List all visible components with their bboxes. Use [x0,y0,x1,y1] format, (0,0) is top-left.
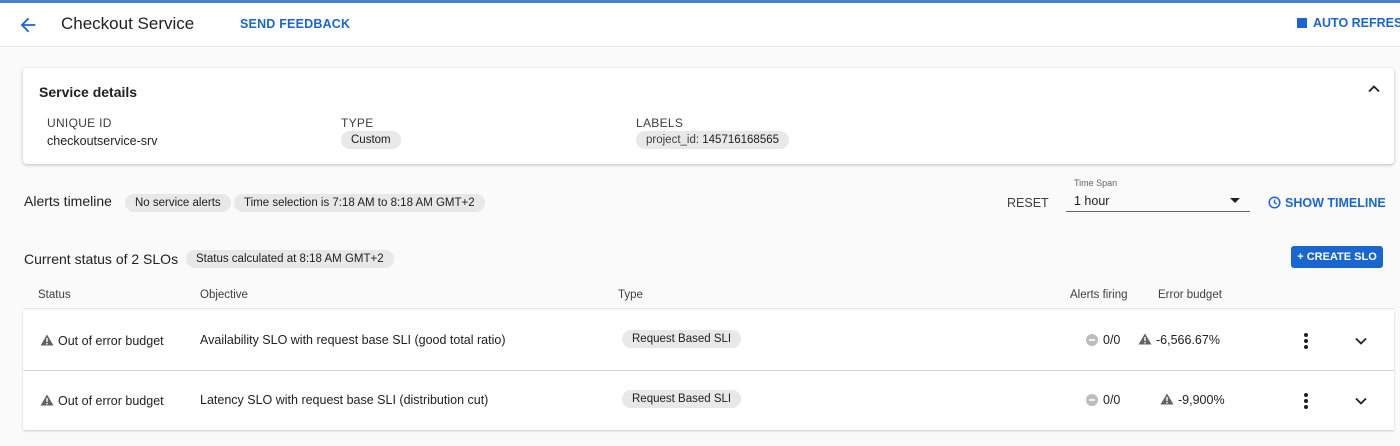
more-vert-icon[interactable] [1299,333,1313,349]
alerts-firing-cell: 0/0 [1086,393,1120,407]
type-label: TYPE [341,116,374,130]
chevron-down-icon[interactable] [1354,334,1368,348]
arrow-back-icon[interactable] [17,14,39,36]
unique-id-label: UNIQUE ID [47,116,112,130]
error-budget-cell: -9,900% [1160,393,1225,407]
project-label-chip: project_id: 145716168565 [636,131,790,149]
column-type[interactable]: Type [618,289,643,301]
label-key: project_id: [646,134,700,146]
error-budget-value: -6,566.67% [1156,333,1220,347]
page-header: Checkout Service SEND FEEDBACK AUTO REFR… [0,3,1400,47]
alerts-firing-cell: 0/0 [1086,333,1120,347]
create-slo-button[interactable]: + CREATE SLO [1291,246,1383,268]
page-title: Checkout Service [61,14,195,33]
status-text: Out of error budget [58,394,164,408]
objective-cell: Availability SLO with request base SLI (… [200,333,506,347]
alerts-firing-value: 0/0 [1103,393,1121,407]
table-header: Status Objective Type Alerts firing Erro… [23,281,1394,309]
objective-cell: Latency SLO with request base SLI (distr… [200,393,489,407]
service-alerts-chip: No service alerts [125,194,231,212]
minus-circle-icon [1086,334,1098,346]
table-row[interactable]: Out of error budget Latency SLO with req… [23,371,1394,430]
clock-icon [1268,196,1281,209]
stop-square-icon [1297,18,1307,28]
alerts-firing-value: 0/0 [1103,333,1121,347]
column-error-budget[interactable]: Error budget [1158,289,1222,301]
auto-refresh-label: AUTO REFRESH [1313,16,1400,30]
column-objective[interactable]: Objective [200,289,248,301]
auto-refresh-button[interactable]: AUTO REFRESH [1297,16,1400,30]
chevron-up-icon[interactable] [1366,81,1382,97]
slo-status-title: Current status of 2 SLOs [24,251,179,267]
warning-icon [40,394,54,406]
service-details-card: Service details UNIQUE ID checkoutservic… [23,68,1394,164]
chevron-down-icon[interactable] [1354,394,1368,408]
warning-icon [1160,393,1174,405]
status-cell: Out of error budget [40,334,164,348]
service-details-title: Service details [39,84,138,100]
label-value: 145716168565 [702,134,780,146]
labels-label: LABELS [636,116,684,130]
column-alerts-firing[interactable]: Alerts firing [1070,289,1128,301]
show-timeline-label: SHOW TIMELINE [1285,196,1386,210]
warning-icon [40,334,54,346]
dropdown-arrow-icon [1230,198,1240,203]
unique-id-value: checkoutservice-srv [47,134,158,148]
table-row[interactable]: Out of error budget Availability SLO wit… [23,311,1394,370]
time-selection-chip: Time selection is 7:18 AM to 8:18 AM GMT… [234,194,485,212]
status-text: Out of error budget [58,334,164,348]
type-chip: Custom [341,131,401,149]
type-chip: Request Based SLI [622,330,742,348]
warning-icon [1138,333,1152,345]
time-span-select[interactable]: Time Span 1 hour [1066,176,1250,212]
error-budget-cell: -6,566.67% [1138,333,1220,347]
type-chip: Request Based SLI [622,390,742,408]
send-feedback-button[interactable]: SEND FEEDBACK [240,17,350,31]
time-span-label: Time Span [1074,178,1118,188]
reset-button[interactable]: RESET [1007,196,1049,210]
time-span-value: 1 hour [1074,194,1110,208]
status-cell: Out of error budget [40,394,164,408]
alerts-timeline-title: Alerts timeline [24,193,112,209]
error-budget-value: -9,900% [1178,393,1225,407]
column-status[interactable]: Status [38,289,71,301]
status-calculated-chip: Status calculated at 8:18 AM GMT+2 [186,250,394,268]
slo-table: Status Objective Type Alerts firing Erro… [23,281,1394,431]
more-vert-icon[interactable] [1299,393,1313,409]
show-timeline-button[interactable]: SHOW TIMELINE [1268,196,1386,210]
minus-circle-icon [1086,394,1098,406]
